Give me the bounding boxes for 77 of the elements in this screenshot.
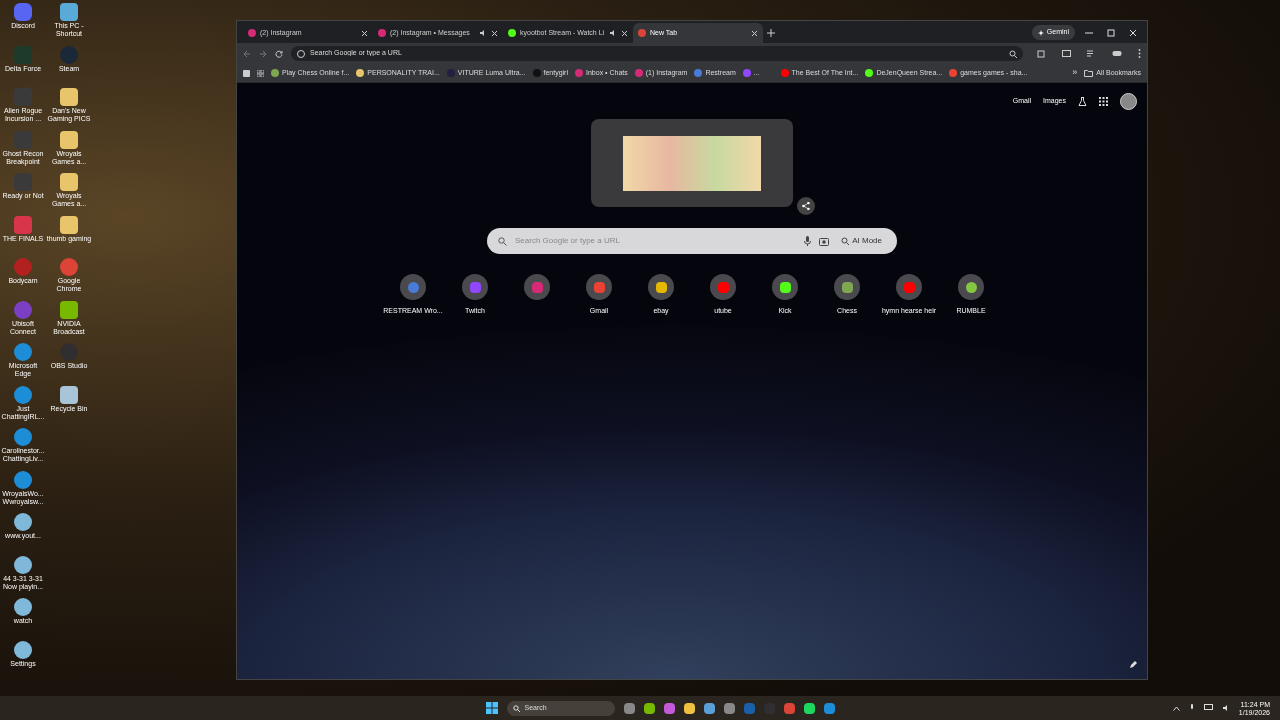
- taskbar-app-icon[interactable]: [723, 702, 735, 714]
- site-icon: [407, 281, 419, 293]
- site-icon: [965, 281, 977, 293]
- favicon-icon: [248, 29, 256, 37]
- shortcut-tile[interactable]: [896, 274, 922, 300]
- more-bookmarks-button[interactable]: »: [1072, 66, 1078, 80]
- ai-mode-button[interactable]: AI Mode: [837, 235, 886, 247]
- favicon-icon: [532, 69, 541, 77]
- speaker-icon[interactable]: [609, 29, 617, 37]
- search-icon: [512, 704, 520, 712]
- taskbar-app-icon[interactable]: [703, 702, 715, 714]
- taskbar-app-icon[interactable]: [823, 702, 835, 714]
- share-icon[interactable]: [797, 197, 815, 215]
- shortcut-tile[interactable]: [462, 274, 488, 300]
- favicon-icon: [638, 29, 646, 37]
- zoom-icon[interactable]: [1009, 49, 1017, 58]
- site-icon: [779, 281, 791, 293]
- pencil-icon[interactable]: [1129, 661, 1137, 669]
- camera-icon[interactable]: [819, 236, 830, 246]
- site-icon: [841, 281, 853, 293]
- doodle-card[interactable]: [591, 119, 793, 207]
- flask-icon[interactable]: [1078, 97, 1087, 106]
- taskbar-app-icon[interactable]: [803, 702, 815, 714]
- site-icon: [531, 281, 543, 293]
- favicon-icon: [356, 69, 365, 77]
- shortcut-tile[interactable]: [586, 274, 612, 300]
- favicon-icon: [865, 69, 874, 77]
- site-icon: [469, 281, 481, 293]
- close-icon[interactable]: [1129, 29, 1137, 37]
- shortcut-tile[interactable]: [524, 274, 550, 300]
- site-icon: [655, 281, 667, 293]
- maximize-icon[interactable]: [1107, 29, 1115, 37]
- taskbar-app-icon[interactable]: [643, 702, 655, 714]
- app-icon[interactable]: [60, 88, 78, 106]
- media-icon[interactable]: [1087, 49, 1096, 58]
- close-icon[interactable]: [361, 29, 368, 37]
- favicon-icon: [271, 69, 279, 77]
- chevron-up-icon[interactable]: [1172, 705, 1180, 711]
- shortcut-tile[interactable]: [958, 274, 984, 300]
- speaker-icon[interactable]: [479, 29, 487, 37]
- windows-start-icon[interactable]: [485, 702, 498, 714]
- shortcut-tile[interactable]: [710, 274, 736, 300]
- app-icon[interactable]: [243, 69, 250, 77]
- taskbar-app-icon[interactable]: [683, 702, 695, 714]
- taskbar-app-icon[interactable]: [623, 702, 635, 714]
- reading-list-icon[interactable]: [1062, 49, 1071, 58]
- forward-icon[interactable]: [259, 49, 267, 58]
- sparkle-icon: [1037, 29, 1044, 36]
- favicon-icon: [742, 69, 751, 77]
- volume-icon[interactable]: [1221, 704, 1230, 712]
- favicon-icon: [634, 69, 643, 77]
- site-icon: [717, 281, 729, 293]
- new-tab-icon[interactable]: [767, 29, 775, 37]
- favicon-icon: [378, 29, 386, 37]
- favicon-icon: [949, 69, 958, 77]
- favicon-icon: [694, 69, 703, 77]
- favicon-icon: [575, 69, 583, 77]
- reload-icon[interactable]: [275, 49, 283, 58]
- shortcut-tile[interactable]: [648, 274, 674, 300]
- favicon-icon: [780, 69, 789, 77]
- back-icon[interactable]: [243, 49, 251, 58]
- site-icon: [903, 281, 915, 293]
- favicon-icon: [508, 29, 516, 37]
- minimize-icon[interactable]: [1085, 29, 1093, 37]
- shortcut-tile[interactable]: [834, 274, 860, 300]
- close-icon[interactable]: [621, 29, 628, 37]
- apps-grid-icon[interactable]: [1099, 97, 1108, 106]
- folder-icon: [1084, 69, 1094, 77]
- shortcut-tile[interactable]: [400, 274, 426, 300]
- site-icon: [593, 281, 605, 293]
- search-icon: [498, 236, 507, 246]
- close-icon[interactable]: [751, 29, 758, 37]
- close-icon[interactable]: [491, 29, 498, 37]
- taskbar-app-icon[interactable]: [663, 702, 675, 714]
- avatar[interactable]: [1120, 93, 1137, 110]
- menu-icon[interactable]: [1138, 49, 1141, 58]
- shortcut-tile[interactable]: [772, 274, 798, 300]
